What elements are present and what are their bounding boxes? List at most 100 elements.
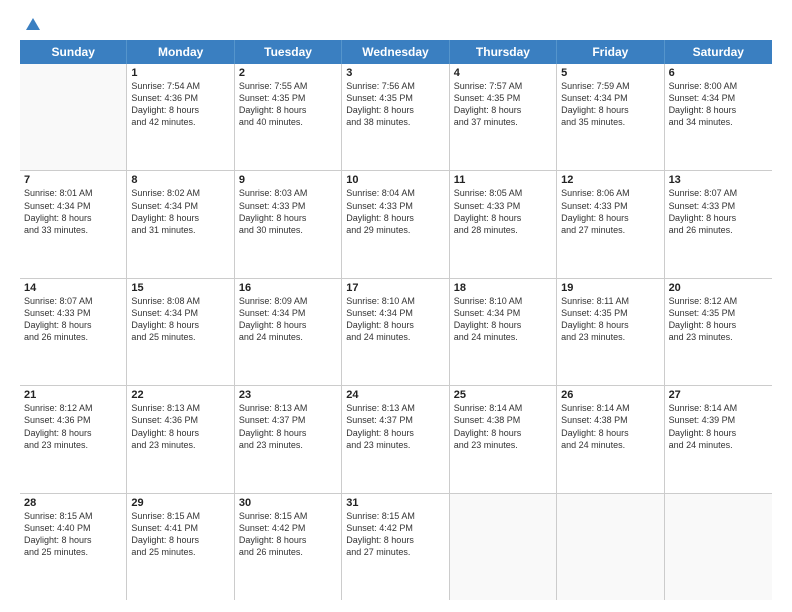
day-number: 17 [346, 282, 444, 294]
day-info: Sunrise: 7:54 AM Sunset: 4:36 PM Dayligh… [131, 80, 229, 129]
day-info: Sunrise: 8:01 AM Sunset: 4:34 PM Dayligh… [24, 187, 122, 236]
calendar-cell: 25Sunrise: 8:14 AM Sunset: 4:38 PM Dayli… [450, 386, 557, 492]
day-header-monday: Monday [127, 40, 234, 64]
day-info: Sunrise: 7:59 AM Sunset: 4:34 PM Dayligh… [561, 80, 659, 129]
calendar-cell: 19Sunrise: 8:11 AM Sunset: 4:35 PM Dayli… [557, 279, 664, 385]
calendar-week-3: 14Sunrise: 8:07 AM Sunset: 4:33 PM Dayli… [20, 279, 772, 386]
day-number: 30 [239, 497, 337, 509]
calendar-cell: 10Sunrise: 8:04 AM Sunset: 4:33 PM Dayli… [342, 171, 449, 277]
calendar-header: SundayMondayTuesdayWednesdayThursdayFrid… [20, 40, 772, 64]
calendar-cell: 16Sunrise: 8:09 AM Sunset: 4:34 PM Dayli… [235, 279, 342, 385]
day-number: 28 [24, 497, 122, 509]
day-info: Sunrise: 8:05 AM Sunset: 4:33 PM Dayligh… [454, 187, 552, 236]
day-info: Sunrise: 8:15 AM Sunset: 4:42 PM Dayligh… [346, 510, 444, 559]
day-info: Sunrise: 8:07 AM Sunset: 4:33 PM Dayligh… [669, 187, 768, 236]
day-number: 8 [131, 174, 229, 186]
logo [20, 16, 44, 30]
day-info: Sunrise: 8:13 AM Sunset: 4:37 PM Dayligh… [346, 402, 444, 451]
day-header-thursday: Thursday [450, 40, 557, 64]
calendar-cell: 17Sunrise: 8:10 AM Sunset: 4:34 PM Dayli… [342, 279, 449, 385]
day-number: 14 [24, 282, 122, 294]
day-info: Sunrise: 8:02 AM Sunset: 4:34 PM Dayligh… [131, 187, 229, 236]
calendar-cell: 22Sunrise: 8:13 AM Sunset: 4:36 PM Dayli… [127, 386, 234, 492]
calendar-cell: 23Sunrise: 8:13 AM Sunset: 4:37 PM Dayli… [235, 386, 342, 492]
day-number: 2 [239, 67, 337, 79]
calendar: SundayMondayTuesdayWednesdayThursdayFrid… [20, 40, 772, 600]
day-number: 25 [454, 389, 552, 401]
calendar-cell: 24Sunrise: 8:13 AM Sunset: 4:37 PM Dayli… [342, 386, 449, 492]
day-number: 27 [669, 389, 768, 401]
day-info: Sunrise: 7:56 AM Sunset: 4:35 PM Dayligh… [346, 80, 444, 129]
calendar-cell: 14Sunrise: 8:07 AM Sunset: 4:33 PM Dayli… [20, 279, 127, 385]
day-number: 21 [24, 389, 122, 401]
day-info: Sunrise: 8:13 AM Sunset: 4:37 PM Dayligh… [239, 402, 337, 451]
day-number: 29 [131, 497, 229, 509]
calendar-cell: 15Sunrise: 8:08 AM Sunset: 4:34 PM Dayli… [127, 279, 234, 385]
day-header-friday: Friday [557, 40, 664, 64]
calendar-cell [665, 494, 772, 600]
day-info: Sunrise: 8:03 AM Sunset: 4:33 PM Dayligh… [239, 187, 337, 236]
calendar-cell: 20Sunrise: 8:12 AM Sunset: 4:35 PM Dayli… [665, 279, 772, 385]
day-info: Sunrise: 8:15 AM Sunset: 4:42 PM Dayligh… [239, 510, 337, 559]
calendar-cell [450, 494, 557, 600]
calendar-week-2: 7Sunrise: 8:01 AM Sunset: 4:34 PM Daylig… [20, 171, 772, 278]
day-info: Sunrise: 8:04 AM Sunset: 4:33 PM Dayligh… [346, 187, 444, 236]
day-number: 15 [131, 282, 229, 294]
calendar-cell: 7Sunrise: 8:01 AM Sunset: 4:34 PM Daylig… [20, 171, 127, 277]
calendar-cell: 11Sunrise: 8:05 AM Sunset: 4:33 PM Dayli… [450, 171, 557, 277]
day-info: Sunrise: 8:14 AM Sunset: 4:38 PM Dayligh… [454, 402, 552, 451]
day-number: 9 [239, 174, 337, 186]
calendar-cell: 28Sunrise: 8:15 AM Sunset: 4:40 PM Dayli… [20, 494, 127, 600]
calendar-cell: 2Sunrise: 7:55 AM Sunset: 4:35 PM Daylig… [235, 64, 342, 170]
calendar-cell: 27Sunrise: 8:14 AM Sunset: 4:39 PM Dayli… [665, 386, 772, 492]
day-number: 26 [561, 389, 659, 401]
day-number: 16 [239, 282, 337, 294]
calendar-cell: 6Sunrise: 8:00 AM Sunset: 4:34 PM Daylig… [665, 64, 772, 170]
day-number: 3 [346, 67, 444, 79]
header [20, 16, 772, 30]
day-number: 5 [561, 67, 659, 79]
calendar-cell [557, 494, 664, 600]
day-info: Sunrise: 7:55 AM Sunset: 4:35 PM Dayligh… [239, 80, 337, 129]
calendar-cell: 31Sunrise: 8:15 AM Sunset: 4:42 PM Dayli… [342, 494, 449, 600]
day-header-saturday: Saturday [665, 40, 772, 64]
day-info: Sunrise: 8:06 AM Sunset: 4:33 PM Dayligh… [561, 187, 659, 236]
day-number: 7 [24, 174, 122, 186]
day-info: Sunrise: 8:11 AM Sunset: 4:35 PM Dayligh… [561, 295, 659, 344]
day-number: 1 [131, 67, 229, 79]
calendar-week-1: 1Sunrise: 7:54 AM Sunset: 4:36 PM Daylig… [20, 64, 772, 171]
day-number: 12 [561, 174, 659, 186]
calendar-cell: 4Sunrise: 7:57 AM Sunset: 4:35 PM Daylig… [450, 64, 557, 170]
day-info: Sunrise: 8:00 AM Sunset: 4:34 PM Dayligh… [669, 80, 768, 129]
day-info: Sunrise: 8:08 AM Sunset: 4:34 PM Dayligh… [131, 295, 229, 344]
day-number: 23 [239, 389, 337, 401]
calendar-cell: 21Sunrise: 8:12 AM Sunset: 4:36 PM Dayli… [20, 386, 127, 492]
calendar-cell: 18Sunrise: 8:10 AM Sunset: 4:34 PM Dayli… [450, 279, 557, 385]
day-number: 10 [346, 174, 444, 186]
calendar-cell: 1Sunrise: 7:54 AM Sunset: 4:36 PM Daylig… [127, 64, 234, 170]
calendar-week-4: 21Sunrise: 8:12 AM Sunset: 4:36 PM Dayli… [20, 386, 772, 493]
day-info: Sunrise: 7:57 AM Sunset: 4:35 PM Dayligh… [454, 80, 552, 129]
day-info: Sunrise: 8:14 AM Sunset: 4:38 PM Dayligh… [561, 402, 659, 451]
day-header-tuesday: Tuesday [235, 40, 342, 64]
calendar-body: 1Sunrise: 7:54 AM Sunset: 4:36 PM Daylig… [20, 64, 772, 600]
day-info: Sunrise: 8:07 AM Sunset: 4:33 PM Dayligh… [24, 295, 122, 344]
calendar-cell: 29Sunrise: 8:15 AM Sunset: 4:41 PM Dayli… [127, 494, 234, 600]
calendar-week-5: 28Sunrise: 8:15 AM Sunset: 4:40 PM Dayli… [20, 494, 772, 600]
calendar-cell [20, 64, 127, 170]
day-number: 20 [669, 282, 768, 294]
calendar-cell: 5Sunrise: 7:59 AM Sunset: 4:34 PM Daylig… [557, 64, 664, 170]
day-info: Sunrise: 8:13 AM Sunset: 4:36 PM Dayligh… [131, 402, 229, 451]
day-info: Sunrise: 8:12 AM Sunset: 4:36 PM Dayligh… [24, 402, 122, 451]
day-number: 18 [454, 282, 552, 294]
day-number: 24 [346, 389, 444, 401]
day-info: Sunrise: 8:14 AM Sunset: 4:39 PM Dayligh… [669, 402, 768, 451]
day-info: Sunrise: 8:12 AM Sunset: 4:35 PM Dayligh… [669, 295, 768, 344]
calendar-cell: 30Sunrise: 8:15 AM Sunset: 4:42 PM Dayli… [235, 494, 342, 600]
day-number: 19 [561, 282, 659, 294]
day-number: 22 [131, 389, 229, 401]
calendar-cell: 9Sunrise: 8:03 AM Sunset: 4:33 PM Daylig… [235, 171, 342, 277]
day-info: Sunrise: 8:10 AM Sunset: 4:34 PM Dayligh… [346, 295, 444, 344]
day-number: 4 [454, 67, 552, 79]
day-number: 13 [669, 174, 768, 186]
